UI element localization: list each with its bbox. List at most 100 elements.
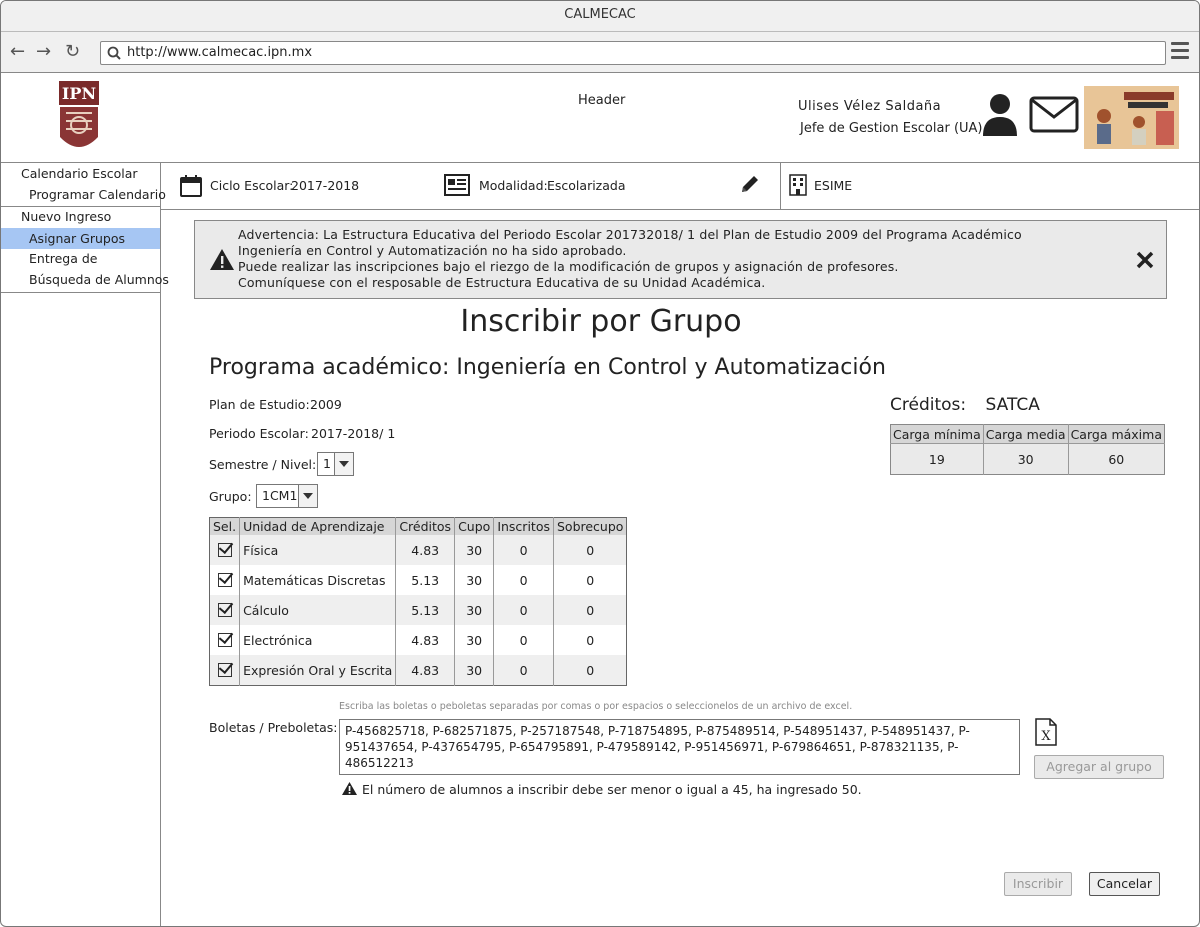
cell-sobrecupo: 0 — [552, 565, 627, 595]
sidebar: Calendario Escolar Programar Calendario … — [1, 162, 169, 926]
boletas-textarea[interactable]: P-456825718, P-682571875, P-257187548, P… — [339, 719, 1020, 775]
cell-inscritos: 0 — [493, 535, 554, 565]
semestre-select-value: 1 — [323, 456, 331, 471]
grupo-select[interactable]: 1CM1 — [256, 484, 318, 508]
back-arrow-icon[interactable]: ← — [10, 41, 25, 63]
periodo-label: Periodo Escolar: — [209, 426, 309, 441]
grupo-select-value: 1CM1 — [262, 488, 298, 503]
checkbox-checked-icon[interactable] — [217, 662, 232, 677]
row-checkbox[interactable] — [209, 535, 240, 565]
cell-sobrecupo: 0 — [552, 655, 627, 686]
sidebar-item-entrega[interactable]: Entrega de — [1, 248, 188, 269]
cell-name: Cálculo — [239, 595, 396, 625]
app-header: IPN Header Ulises Vélez Saldaña Jefe de … — [1, 73, 1199, 163]
modalidad-label: Modalidad: — [479, 178, 548, 193]
inscribir-button[interactable]: Inscribir — [1004, 872, 1072, 896]
cell-creditos: 4.83 — [395, 535, 455, 565]
col-header: Sel. — [209, 517, 240, 535]
close-icon[interactable] — [1136, 251, 1154, 273]
row-checkbox[interactable] — [209, 595, 240, 625]
carga-media-value: 30 — [982, 443, 1069, 475]
col-header: Carga máxima — [1067, 424, 1165, 444]
checkbox-checked-icon[interactable] — [217, 572, 232, 587]
table-header-row: Sel. Unidad de Aprendizaje Créditos Cupo… — [209, 517, 627, 535]
boletas-error: El número de alumnos a inscribir debe se… — [362, 782, 862, 797]
cancel-button[interactable]: Cancelar — [1089, 872, 1160, 896]
alert-line: Comuníquese con el resposable de Estruct… — [238, 275, 766, 290]
row-checkbox[interactable] — [210, 565, 240, 595]
unidad-label: ESIME — [814, 178, 853, 193]
program-title: Programa académico: Ingeniería en Contro… — [209, 355, 886, 380]
checkbox-checked-icon[interactable] — [217, 542, 232, 557]
semestre-label: Semestre / Nivel: — [209, 457, 317, 472]
reload-icon[interactable]: ↻ — [65, 41, 80, 63]
newspaper-icon — [444, 174, 470, 199]
agregar-grupo-button[interactable]: Agregar al grupo — [1034, 755, 1164, 779]
sidebar-item-busqueda-alumnos[interactable]: Búsqueda de Alumnos — [1, 269, 188, 290]
credits-value-row: 19 30 60 — [890, 443, 1165, 475]
cell-cupo: 30 — [454, 535, 494, 565]
url-bar[interactable]: http://www.calmecac.ipn.mx — [100, 41, 1166, 65]
pencil-icon[interactable] — [739, 173, 761, 198]
hamburger-menu-icon[interactable] — [1171, 42, 1189, 63]
modalidad-value: Escolarizada — [547, 178, 626, 193]
sidebar-divider — [1, 292, 160, 293]
row-checkbox[interactable] — [209, 655, 240, 686]
plan-value: 2009 — [310, 397, 342, 412]
plan-label: Plan de Estudio: — [209, 397, 310, 412]
cell-name: Física — [239, 535, 396, 565]
excel-file-icon[interactable]: X — [1034, 718, 1058, 750]
svg-text:X: X — [1041, 729, 1051, 744]
warning-alert: Advertencia: La Estructura Educativa del… — [194, 220, 1167, 299]
table-row: Cálculo 5.13 30 0 0 — [209, 595, 627, 625]
carga-maxima-value: 60 — [1067, 443, 1165, 475]
cell-creditos: 5.13 — [395, 565, 455, 595]
browser-window: CALMECAC ← → ↻ http://www.calmecac.ipn.m… — [0, 0, 1200, 927]
url-text: http://www.calmecac.ipn.mx — [127, 45, 313, 60]
sidebar-item-asignar-grupos[interactable]: Asignar Grupos — [1, 228, 160, 249]
chevron-down-icon[interactable] — [298, 485, 317, 507]
checkbox-checked-icon[interactable] — [217, 632, 232, 647]
forward-arrow-icon[interactable]: → — [36, 41, 51, 63]
cell-sobrecupo: 0 — [552, 595, 627, 625]
user-icon[interactable] — [982, 93, 1018, 141]
ciclo-value: 2017-2018 — [291, 178, 360, 193]
sidebar-item-programar-calendario[interactable]: Programar Calendario — [1, 184, 188, 205]
credits-label: Créditos: — [890, 395, 967, 415]
unidades-table: Sel. Unidad de Aprendizaje Créditos Cupo… — [209, 517, 628, 686]
checkbox-checked-icon[interactable] — [217, 602, 232, 617]
cell-cupo: 30 — [454, 655, 494, 686]
sidebar-item-calendario-escolar[interactable]: Calendario Escolar — [1, 163, 180, 184]
header-label: Header — [578, 93, 626, 108]
cell-sobrecupo: 0 — [552, 625, 627, 655]
table-row: Electrónica 4.83 30 0 0 — [210, 625, 627, 655]
alert-line: Ingeniería en Control y Automatización n… — [238, 243, 627, 258]
carga-minima-value: 19 — [890, 443, 984, 475]
cell-name: Electrónica — [239, 625, 396, 655]
col-header: Inscritos — [493, 517, 554, 535]
codex-image — [1084, 86, 1179, 149]
col-header: Unidad de Aprendizaje — [239, 517, 396, 535]
credits-unit: SATCA — [985, 395, 1040, 415]
cell-cupo: 30 — [454, 595, 494, 625]
search-icon — [107, 42, 121, 72]
sidebar-item-nuevo-ingreso[interactable]: Nuevo Ingreso — [1, 206, 180, 227]
cell-name: Matemáticas Discretas — [239, 565, 396, 595]
semestre-select[interactable]: 1 — [317, 452, 354, 476]
cell-cupo: 30 — [454, 625, 494, 655]
alert-line: Puede realizar las inscripciones bajo el… — [238, 259, 899, 274]
col-header: Sobrecupo — [552, 517, 627, 535]
info-divider — [780, 162, 781, 209]
table-row: Expresión Oral y Escrita 4.83 30 0 0 — [209, 655, 627, 686]
user-role: Jefe de Gestion Escolar (UA) — [800, 121, 983, 136]
cell-inscritos: 0 — [493, 565, 554, 595]
calendar-icon — [179, 174, 203, 201]
row-checkbox[interactable] — [210, 625, 240, 655]
ipn-logo: IPN — [56, 79, 102, 157]
cell-creditos: 4.83 — [395, 625, 455, 655]
chevron-down-icon[interactable] — [334, 453, 353, 475]
col-header: Carga mínima — [890, 424, 984, 444]
mail-icon[interactable] — [1029, 95, 1079, 139]
boletas-label: Boletas / Preboletas: — [209, 720, 338, 735]
cell-sobrecupo: 0 — [552, 535, 627, 565]
